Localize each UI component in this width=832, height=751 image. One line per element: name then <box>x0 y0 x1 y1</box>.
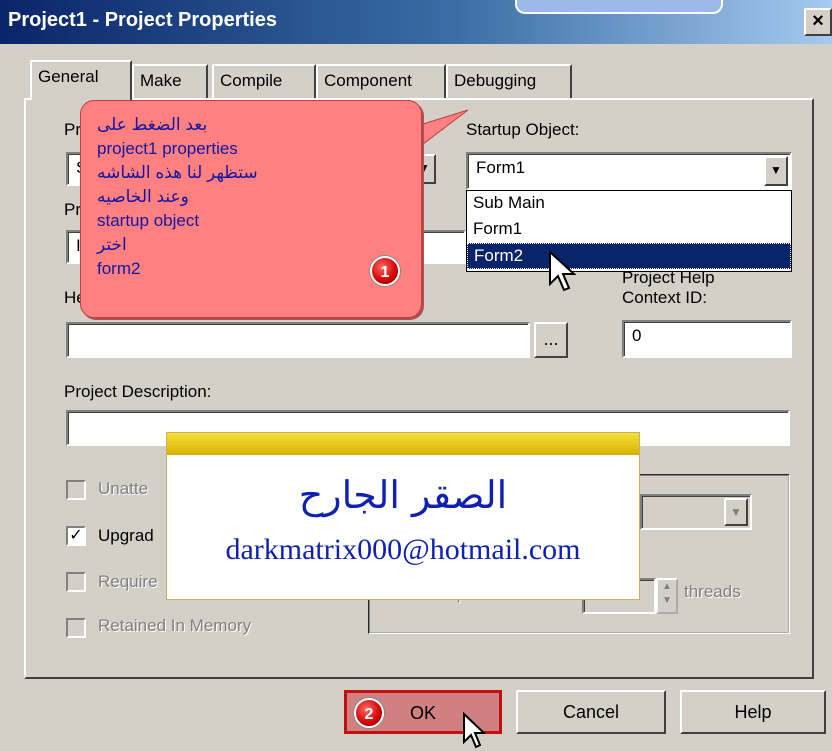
project-name-input-end[interactable] <box>420 230 466 264</box>
callout-line: ستظهر لنا هذه الشاشه <box>97 163 258 182</box>
callout-line: وعند الخاصيه <box>97 187 189 206</box>
startup-object-label: Startup Object: <box>466 120 580 139</box>
unattended-checkbox[interactable] <box>66 480 86 500</box>
callout-line: form2 <box>97 259 141 278</box>
threads-label: threads <box>684 582 741 601</box>
startup-option[interactable]: Sub Main <box>467 191 791 217</box>
upgrade-label: Upgrad <box>98 526 154 545</box>
dropdown-arrow-icon[interactable]: ▼ <box>724 498 748 526</box>
window-title: Project1 - Project Properties <box>8 9 277 31</box>
step-badge-2: 2 <box>354 698 384 728</box>
help-file-input[interactable] <box>66 322 530 358</box>
startup-option[interactable]: Form1 <box>467 217 791 243</box>
title-decoration <box>515 0 723 14</box>
help-browse-button[interactable]: ... <box>534 322 568 358</box>
unattended-label: Unatte <box>98 479 149 498</box>
description-label: Project Description: <box>64 382 212 401</box>
require-license-label: Require <box>98 572 158 591</box>
startup-object-combo[interactable]: Form1 <box>466 152 792 190</box>
tab-general[interactable]: General <box>30 60 132 100</box>
tab-debugging[interactable]: Debugging <box>446 64 572 98</box>
cursor-arrow-icon <box>463 712 486 749</box>
help-button[interactable]: Help <box>680 690 826 734</box>
dropdown-arrow-icon[interactable]: ▼ <box>764 156 788 186</box>
signature-name: الصقر الجارح <box>298 473 508 517</box>
retained-checkbox[interactable] <box>66 618 86 638</box>
cancel-button[interactable]: Cancel <box>516 690 666 734</box>
spinner-icon[interactable]: ▲ ▼ <box>656 578 678 614</box>
cursor-arrow-icon <box>549 250 576 292</box>
project-name-label: Pr <box>64 200 81 219</box>
help-context-input[interactable]: 0 <box>622 320 792 358</box>
signature-header-bar <box>167 433 639 455</box>
callout-line: بعد الضغط على <box>97 115 208 134</box>
startup-option-selected[interactable]: Form2 <box>467 243 791 269</box>
close-icon[interactable]: × <box>804 8 832 36</box>
callout-line: startup object <box>97 211 200 230</box>
require-license-checkbox[interactable] <box>66 572 86 592</box>
tab-component[interactable]: Component <box>316 64 446 98</box>
callout-line: project1 properties <box>97 139 238 158</box>
signature-box: الصقر الجارح darkmatrix000@hotmail.com <box>166 432 640 600</box>
project-type-label: Pr <box>64 120 81 139</box>
help-context-label-line2: Context ID: <box>622 288 708 307</box>
retained-label: Retained In Memory <box>98 616 252 635</box>
step-badge-1: 1 <box>370 256 400 286</box>
tab-make[interactable]: Make <box>132 64 208 98</box>
signature-email: darkmatrix000@hotmail.com <box>225 533 581 566</box>
title-bar: Project1 - Project Properties × <box>0 0 832 44</box>
tab-compile[interactable]: Compile <box>212 64 316 98</box>
callout-line: اختر <box>97 235 127 254</box>
startup-object-dropdown[interactable]: Sub Main Form1 Form2 <box>466 190 792 272</box>
instruction-callout: بعد الضغط على project1 properties ستظهر … <box>80 100 422 318</box>
upgrade-checkbox[interactable]: ✓ <box>66 526 86 546</box>
